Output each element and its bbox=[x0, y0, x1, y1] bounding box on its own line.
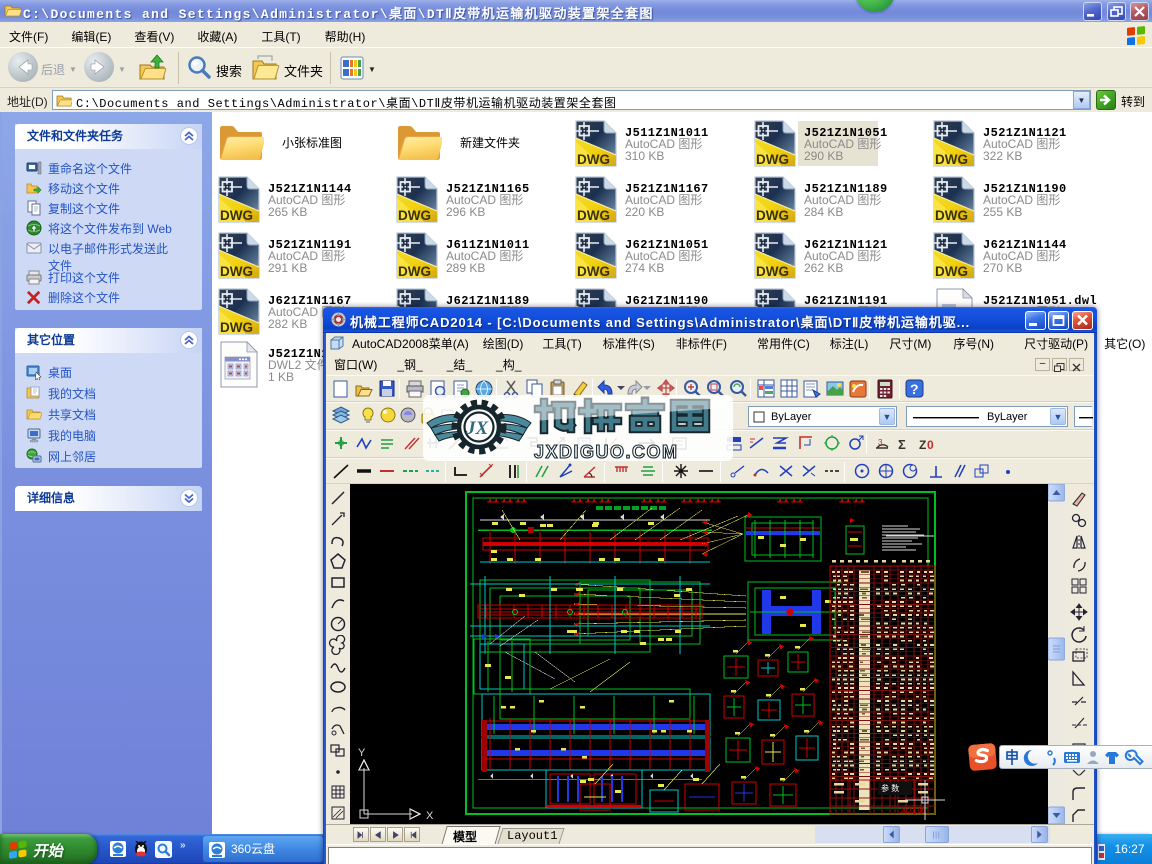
svg-text:2023.06: 2023.06 bbox=[900, 808, 925, 815]
svg-text:DWG: DWG bbox=[935, 152, 968, 167]
svg-text:Y: Y bbox=[358, 747, 366, 759]
svg-text:0: 0 bbox=[927, 438, 934, 452]
svg-text:?: ? bbox=[910, 381, 919, 397]
svg-text:JX: JX bbox=[465, 418, 490, 439]
svg-text:JXDIGUO.COM: JXDIGUO.COM bbox=[534, 442, 679, 461]
svg-text:DWG: DWG bbox=[577, 208, 610, 223]
svg-text:DWG: DWG bbox=[756, 208, 789, 223]
svg-text:DWG: DWG bbox=[220, 264, 253, 279]
svg-text:DWG: DWG bbox=[756, 152, 789, 167]
svg-text:DWG: DWG bbox=[220, 208, 253, 223]
svg-text:DWG: DWG bbox=[577, 152, 610, 167]
svg-text:X: X bbox=[426, 810, 434, 822]
svg-text:Z: Z bbox=[919, 438, 926, 452]
svg-text:参 数: 参 数 bbox=[881, 783, 899, 793]
svg-text:DWG: DWG bbox=[935, 208, 968, 223]
svg-text:DWG: DWG bbox=[398, 264, 431, 279]
svg-text:DWG: DWG bbox=[398, 208, 431, 223]
svg-text:DWG: DWG bbox=[935, 264, 968, 279]
svg-text:DWG: DWG bbox=[577, 264, 610, 279]
svg-text:DWG: DWG bbox=[220, 320, 253, 335]
svg-text:Σ: Σ bbox=[898, 437, 906, 452]
svg-text:DWG: DWG bbox=[756, 264, 789, 279]
svg-text:3: 3 bbox=[878, 438, 883, 447]
